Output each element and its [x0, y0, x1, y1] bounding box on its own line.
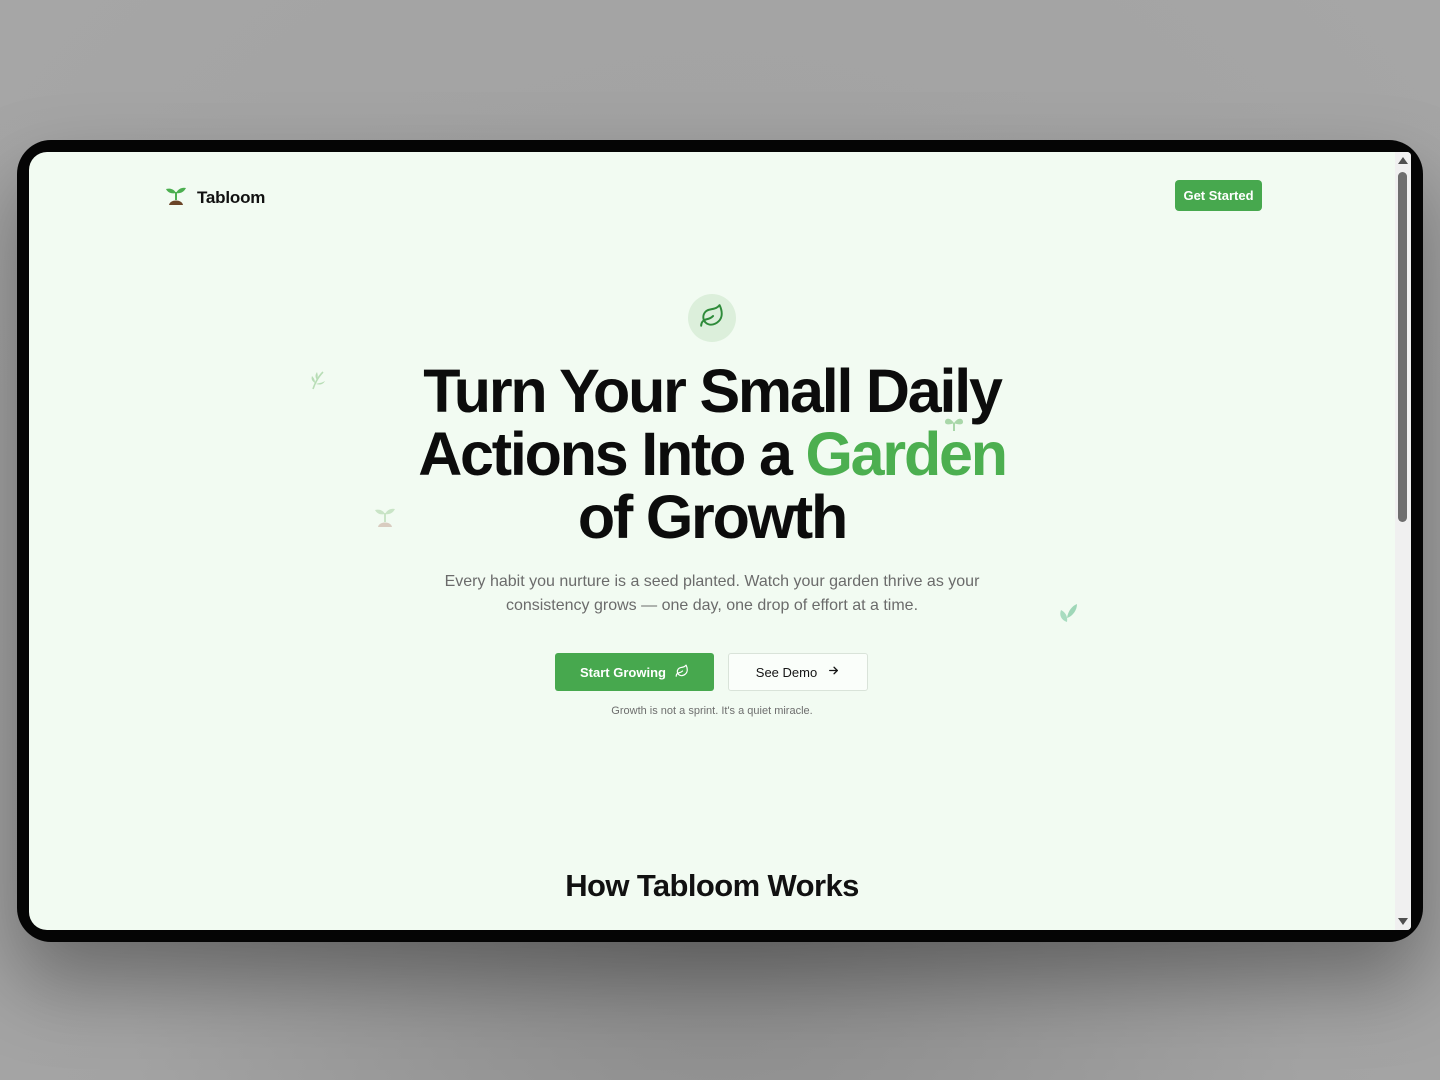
scroll-up-arrow-icon[interactable]: [1398, 157, 1408, 164]
vertical-scrollbar[interactable]: [1395, 152, 1411, 930]
hero-leaf-badge: [688, 294, 736, 342]
browser-viewport: Tabloom Get Started Turn Your Small Dail…: [29, 152, 1411, 930]
hero-subtitle: Every habit you nurture is a seed plante…: [444, 573, 980, 614]
hero-headline: Turn Your Small Daily Actions Into a Gar…: [312, 360, 1112, 549]
see-demo-label: See Demo: [755, 664, 818, 680]
headline-line-2-prefix: Actions Into a: [418, 420, 806, 488]
scroll-down-arrow-icon[interactable]: [1398, 918, 1408, 925]
landing-page: Tabloom Get Started Turn Your Small Dail…: [29, 152, 1395, 930]
leaf-icon: [699, 303, 725, 334]
headline-highlight: Garden: [805, 420, 1008, 488]
get-started-button[interactable]: Get Started: [1175, 180, 1262, 211]
headline-line-1: Turn Your Small Daily: [423, 357, 1003, 425]
hero-actions: Start Growing See Demo: [555, 653, 868, 691]
start-growing-button[interactable]: Start Growing: [555, 653, 714, 691]
device-frame: Tabloom Get Started Turn Your Small Dail…: [17, 140, 1423, 942]
start-growing-label: Start Growing: [580, 664, 666, 680]
hero-tagline: Growth is not a sprint. It's a quiet mir…: [611, 705, 813, 717]
sprout-icon: [165, 184, 187, 211]
brand-name: Tabloom: [197, 187, 266, 207]
how-it-works-title: How Tabloom Works: [565, 868, 859, 903]
arrow-right-icon: [827, 664, 840, 680]
leaf-icon: [675, 664, 689, 681]
see-demo-button[interactable]: See Demo: [728, 653, 868, 691]
leaves-decoration-icon: [1058, 601, 1078, 628]
scrollbar-thumb[interactable]: [1398, 172, 1407, 522]
headline-line-3: of Growth: [577, 483, 848, 551]
brand-logo[interactable]: Tabloom: [165, 184, 265, 211]
